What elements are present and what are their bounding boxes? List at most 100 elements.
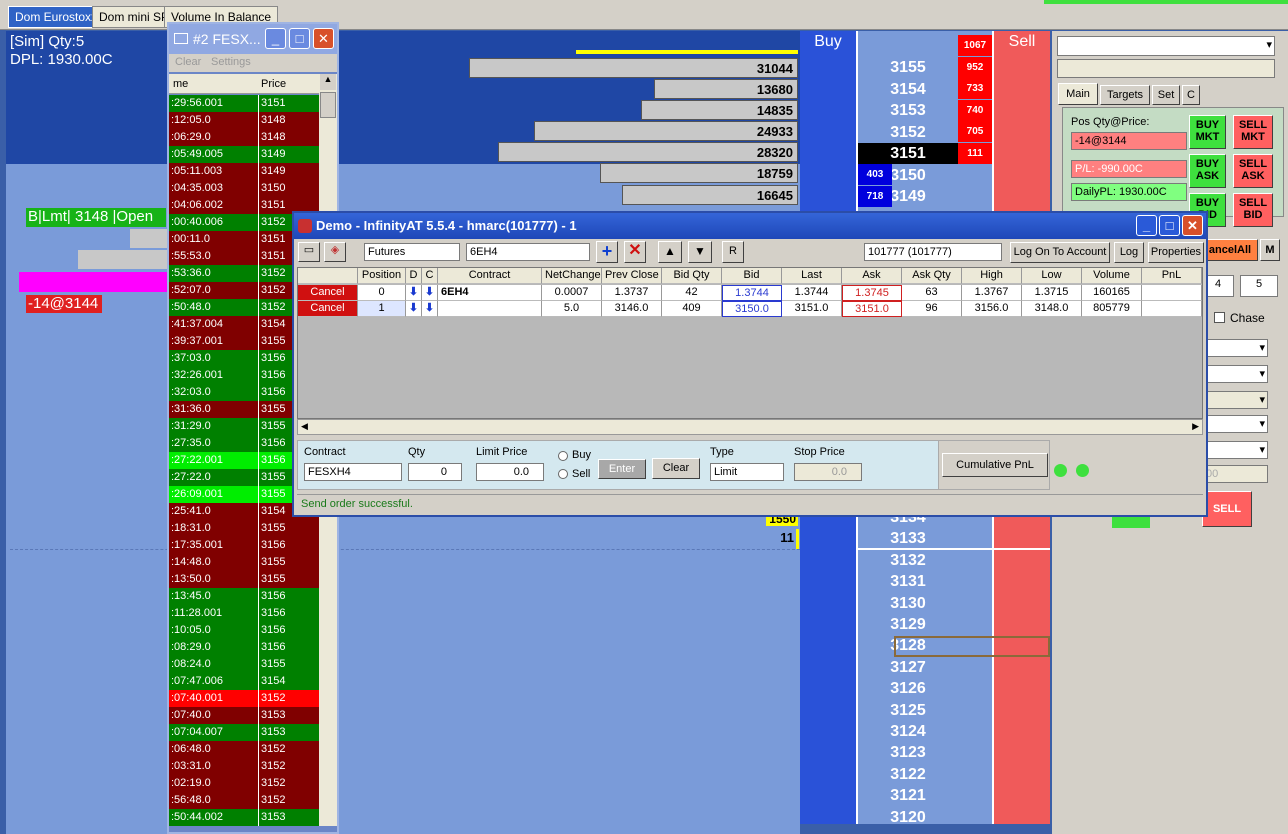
- ts-row[interactable]: :07:47.006 3154: [169, 673, 319, 690]
- price-level[interactable]: 3155: [858, 57, 958, 78]
- spinner[interactable]: 00: [1202, 465, 1268, 483]
- working-order-label[interactable]: B|Lmt| 3148 |Open: [26, 208, 166, 227]
- stop-price-stepper[interactable]: 0.0: [794, 463, 862, 481]
- tab-targets[interactable]: Targets: [1100, 85, 1150, 105]
- column-header[interactable]: [298, 268, 358, 284]
- clear-button[interactable]: Clear: [652, 458, 700, 479]
- ts-row[interactable]: :07:40.0 3153: [169, 707, 319, 724]
- select[interactable]: ▾: [1202, 365, 1268, 383]
- column-header[interactable]: Position: [358, 268, 406, 284]
- ts-row[interactable]: :29:56.001 3151: [169, 95, 319, 112]
- price-level[interactable]: 3133: [858, 528, 958, 549]
- column-header[interactable]: Low: [1022, 268, 1082, 284]
- sell-radio[interactable]: [558, 469, 568, 479]
- close-icon[interactable]: ✕: [313, 28, 334, 49]
- clear-menu[interactable]: Clear: [175, 56, 201, 68]
- price-level[interactable]: 3126: [858, 678, 958, 699]
- main-trading-window[interactable]: Demo - InfinityAT 5.5.4 - hmarc(101777) …: [292, 211, 1208, 517]
- tab-set[interactable]: Set: [1152, 85, 1180, 105]
- price-level[interactable]: 3130: [858, 593, 958, 614]
- price-level[interactable]: 3120: [858, 807, 958, 828]
- ts-row[interactable]: :03:31.0 3152: [169, 758, 319, 775]
- minimize-icon[interactable]: _: [265, 28, 286, 49]
- ts-row[interactable]: :05:11.003 3149: [169, 163, 319, 180]
- price-level[interactable]: 3154: [858, 79, 958, 100]
- sell-market-button[interactable]: SELL MKT: [1233, 115, 1273, 149]
- sell-ask-button[interactable]: SELL ASK: [1233, 154, 1273, 188]
- move-down-icon[interactable]: ▼: [688, 241, 712, 263]
- tab-c[interactable]: C: [1182, 85, 1200, 105]
- chase-checkbox[interactable]: [1214, 312, 1225, 323]
- column-time[interactable]: me: [173, 78, 188, 90]
- price-level[interactable]: 3125: [858, 700, 958, 721]
- ts-row[interactable]: :50:44.002 3153: [169, 809, 319, 826]
- minimize-icon[interactable]: _: [1136, 215, 1157, 236]
- column-header[interactable]: Prev Close: [602, 268, 662, 284]
- ts-row[interactable]: :17:35.001 3156: [169, 537, 319, 554]
- ts-row[interactable]: :10:05.0 3156: [169, 622, 319, 639]
- settings-menu[interactable]: Settings: [211, 56, 251, 68]
- column-header[interactable]: C: [422, 268, 438, 284]
- ts-row[interactable]: :04:35.003 3150: [169, 180, 319, 197]
- contract-input[interactable]: FESXH4: [304, 463, 402, 481]
- qty-stepper[interactable]: 0: [408, 463, 462, 481]
- column-header[interactable]: Last: [782, 268, 842, 284]
- add-icon[interactable]: +: [596, 241, 618, 263]
- ts-row[interactable]: :05:49.005 3149: [169, 146, 319, 163]
- price-level[interactable]: 3123: [858, 742, 958, 763]
- column-header[interactable]: Ask: [842, 268, 902, 284]
- tab-main[interactable]: Main: [1058, 83, 1098, 105]
- instrument-type-select[interactable]: Futures: [364, 243, 460, 261]
- maximize-icon[interactable]: □: [1159, 215, 1180, 236]
- scroll-left-icon[interactable]: ◀: [301, 421, 308, 432]
- arrow-down-icon[interactable]: ⬇: [406, 285, 422, 301]
- m-button[interactable]: M: [1260, 239, 1280, 261]
- account-select[interactable]: 101777 (101777): [864, 243, 1002, 261]
- price-level[interactable]: 3122: [858, 764, 958, 785]
- column-header[interactable]: PnL: [1142, 268, 1202, 284]
- scroll-up-icon[interactable]: ▲: [320, 74, 336, 90]
- price-level[interactable]: 3132: [858, 550, 958, 571]
- price-level[interactable]: 3131: [858, 571, 958, 592]
- scroll-right-icon[interactable]: ▶: [1192, 421, 1199, 432]
- book-icon[interactable]: ▭: [298, 242, 320, 262]
- price-level[interactable]: 3153: [858, 100, 958, 121]
- enter-button[interactable]: Enter: [598, 459, 646, 479]
- arrow-down-icon[interactable]: ⬇: [406, 301, 422, 317]
- arrow-down-icon[interactable]: ⬇: [422, 301, 438, 317]
- column-header[interactable]: Contract: [438, 268, 542, 284]
- price-level[interactable]: 3152: [858, 122, 958, 143]
- ts-row[interactable]: :18:31.0 3155: [169, 520, 319, 537]
- ts-row[interactable]: :02:19.0 3152: [169, 775, 319, 792]
- properties-button[interactable]: Properties: [1148, 242, 1204, 263]
- h-scrollbar[interactable]: ◀ ▶: [297, 419, 1203, 435]
- tab-dom-eurostoxx[interactable]: Dom Eurostoxx: [8, 6, 105, 28]
- column-header[interactable]: High: [962, 268, 1022, 284]
- column-header[interactable]: Ask Qty: [902, 268, 962, 284]
- books-icon[interactable]: ◈: [324, 242, 346, 262]
- buy-ask-button[interactable]: BUY ASK: [1189, 154, 1226, 188]
- select[interactable]: ▾: [1202, 441, 1268, 459]
- cancel-button[interactable]: Cancel: [298, 285, 358, 301]
- symbol-select[interactable]: 6EH4: [466, 243, 590, 261]
- delete-icon[interactable]: ✕: [624, 241, 646, 263]
- column-header[interactable]: Bid: [722, 268, 782, 284]
- column-header[interactable]: D: [406, 268, 422, 284]
- ts-row[interactable]: :13:50.0 3155: [169, 571, 319, 588]
- scroll-thumb[interactable]: [320, 92, 336, 118]
- r-button[interactable]: R: [722, 241, 744, 263]
- select[interactable]: ▾: [1202, 391, 1268, 409]
- account-select[interactable]: ▾: [1057, 36, 1275, 56]
- price-level[interactable]: 3127: [858, 657, 958, 678]
- price-level[interactable]: 3151: [858, 143, 958, 164]
- move-up-icon[interactable]: ▲: [658, 241, 682, 263]
- price-level[interactable]: 3124: [858, 721, 958, 742]
- cancel-all-button[interactable]: ancelAll: [1202, 239, 1258, 261]
- ts-row[interactable]: :06:48.0 3152: [169, 741, 319, 758]
- ts-row[interactable]: :08:29.0 3156: [169, 639, 319, 656]
- type-select[interactable]: Limit: [710, 463, 784, 481]
- close-icon[interactable]: ✕: [1182, 215, 1203, 236]
- limit-price-stepper[interactable]: 0.0: [476, 463, 544, 481]
- column-header[interactable]: Volume: [1082, 268, 1142, 284]
- ts-row[interactable]: :12:05.0 3148: [169, 112, 319, 129]
